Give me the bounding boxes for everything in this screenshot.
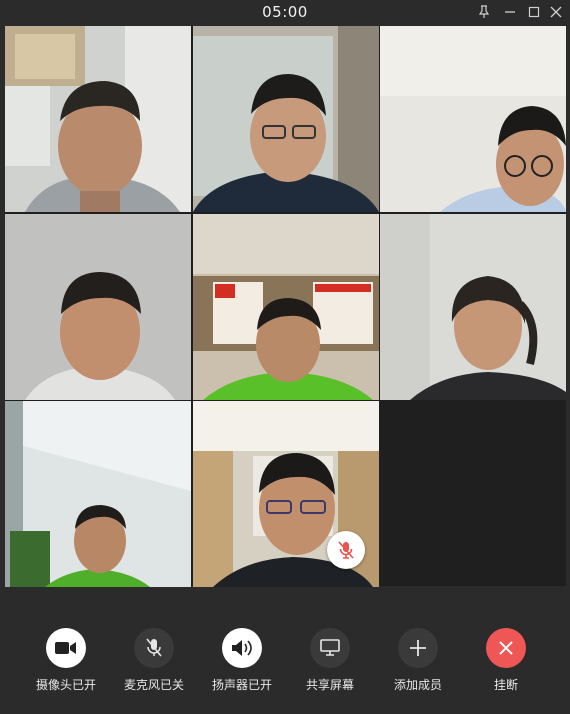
title-bar: 05:00 — [0, 0, 570, 26]
video-tile-participant-3[interactable] — [380, 26, 566, 212]
plus-icon — [398, 628, 438, 668]
microphone-label: 麦克风已关 — [123, 678, 184, 692]
video-tile-participant-6[interactable] — [380, 214, 566, 400]
video-grid — [5, 26, 566, 587]
video-tile-participant-4[interactable] — [5, 214, 191, 400]
microphone-off-icon — [134, 628, 174, 668]
close-icon[interactable] — [548, 4, 564, 20]
speaker-button[interactable]: 扬声器已开 — [200, 628, 284, 693]
call-toolbar: 摄像头已开 麦克风已关 扬声器已开 共享屏幕 添加成员 挂断 — [0, 590, 570, 714]
add-member-button[interactable]: 添加成员 — [376, 628, 460, 693]
speaker-icon — [222, 628, 262, 668]
screen-share-icon — [310, 628, 350, 668]
pin-icon[interactable] — [476, 4, 492, 20]
microphone-button[interactable]: 麦克风已关 — [112, 628, 196, 693]
hang-up-icon — [486, 628, 526, 668]
camera-icon — [46, 628, 86, 668]
hang-up-label: 挂断 — [493, 678, 518, 692]
add-member-label: 添加成员 — [393, 678, 442, 692]
minimize-icon[interactable] — [502, 4, 518, 20]
camera-button[interactable]: 摄像头已开 — [24, 628, 108, 693]
muted-microphone-icon — [327, 531, 365, 569]
speaker-label: 扬声器已开 — [211, 678, 272, 692]
maximize-icon[interactable] — [526, 4, 542, 20]
share-screen-button[interactable]: 共享屏幕 — [288, 628, 372, 693]
video-tile-participant-1[interactable] — [5, 26, 191, 212]
camera-label: 摄像头已开 — [35, 678, 96, 692]
share-screen-label: 共享屏幕 — [305, 678, 354, 692]
video-tile-participant-7[interactable] — [5, 401, 191, 587]
video-tile-participant-8[interactable] — [193, 401, 379, 587]
video-tile-participant-5[interactable] — [193, 214, 379, 400]
hang-up-button[interactable]: 挂断 — [464, 628, 548, 693]
video-tile-participant-2[interactable] — [193, 26, 379, 212]
